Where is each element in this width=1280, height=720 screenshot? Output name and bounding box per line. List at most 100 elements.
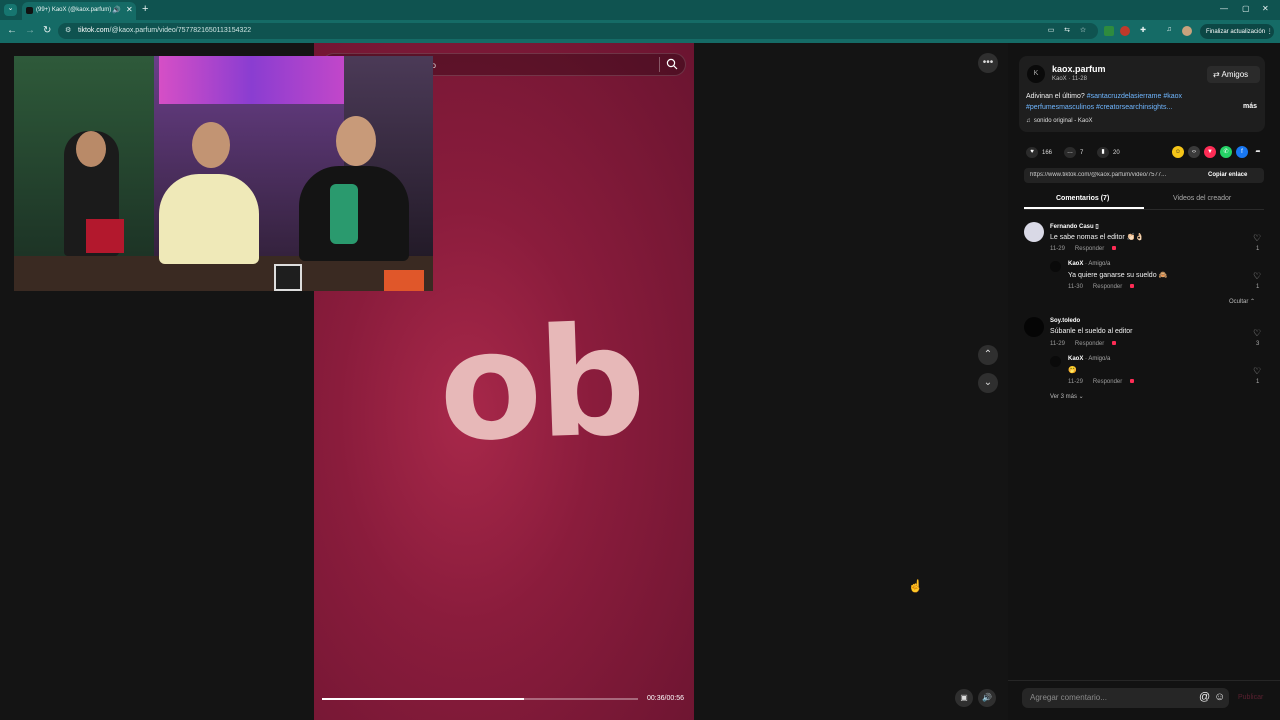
tab-title: (99+) KaoX (@kaox.parfum) xyxy=(36,7,112,13)
comment-text: Súbanle el sueldo al editor xyxy=(1050,328,1133,335)
address-bar[interactable]: ⚙ tiktok.com/@kaox.parfum/video/75778216… xyxy=(58,23,1098,39)
save-button[interactable]: ▮ 20 xyxy=(1097,147,1120,158)
extension-green-icon[interactable] xyxy=(1104,26,1114,36)
comment-username[interactable]: Soy.toledo xyxy=(1050,318,1080,324)
hashtag-link[interactable]: #kaox xyxy=(1163,93,1182,100)
minimize-icon[interactable]: — xyxy=(1220,4,1228,13)
facebook-icon[interactable]: f xyxy=(1236,146,1248,158)
heart-icon: ♥ xyxy=(1026,147,1038,158)
hashtag-link[interactable]: #perfumesmasculinos xyxy=(1026,104,1094,111)
reply-avatar[interactable] xyxy=(1050,261,1061,272)
speaker-icon[interactable]: 🔊 xyxy=(112,6,121,14)
hide-replies-button[interactable]: Ocultar ⌃ xyxy=(1229,298,1255,305)
site-info-icon[interactable]: ⚙ xyxy=(65,26,71,34)
close-window-icon[interactable]: ✕ xyxy=(1262,4,1269,13)
tab-search-icon[interactable]: ⌄ xyxy=(4,4,17,16)
comment-meta: 11-29 Responder xyxy=(1050,341,1117,347)
search-icon[interactable] xyxy=(666,58,678,70)
close-tab-icon[interactable]: ✕ xyxy=(126,5,133,14)
person-left-face xyxy=(76,131,106,167)
friends-button[interactable]: ⇄ Amigos xyxy=(1207,66,1260,83)
video-progress-fill xyxy=(322,698,525,700)
comment-avatar[interactable] xyxy=(1024,222,1044,242)
video-progress-bar[interactable] xyxy=(322,698,638,700)
publish-button[interactable]: Publicar xyxy=(1238,694,1263,701)
copy-link-button[interactable]: Copiar enlace xyxy=(1202,168,1264,183)
tab-comments[interactable]: Comentarios (7) xyxy=(1056,195,1109,202)
reply-meta: 11-30 Responder xyxy=(1068,284,1135,290)
view-more-replies-button[interactable]: Ver 3 más ⌄ xyxy=(1050,393,1084,400)
comment-like-count: 1 xyxy=(1256,246,1260,252)
pip-mode-icon[interactable]: ▣ xyxy=(955,689,973,707)
forward-icon[interactable]: → xyxy=(25,25,35,36)
bookmark-star-icon[interactable]: ☆ xyxy=(1078,26,1088,36)
sound-link[interactable]: ♫ sonido original - KaoX xyxy=(1026,118,1093,124)
reply-date: 11-30 xyxy=(1068,284,1083,290)
creator-liked-icon xyxy=(1112,341,1117,346)
more-button[interactable]: más xyxy=(1243,103,1257,110)
volume-icon[interactable]: 🔊 xyxy=(978,689,996,707)
more-options-icon[interactable]: ••• xyxy=(978,53,998,73)
repost-icon[interactable]: ▼ xyxy=(1204,146,1216,158)
cast-icon[interactable]: ▭ xyxy=(1046,26,1056,36)
comment-like-icon[interactable]: ♡ xyxy=(1253,328,1261,339)
creator-avatar[interactable]: K xyxy=(1027,65,1045,83)
comment-username[interactable]: Fernando Casu ▯ xyxy=(1050,223,1099,230)
reply-like-icon[interactable]: ♡ xyxy=(1253,366,1261,377)
creator-username[interactable]: kaox.parfum xyxy=(1052,64,1106,74)
browser-tab[interactable]: (99+) KaoX (@kaox.parfum) 🔊 ✕ xyxy=(22,2,136,20)
profile-avatar-icon[interactable] xyxy=(1182,26,1192,36)
reply-avatar[interactable] xyxy=(1050,356,1061,367)
comment-input[interactable]: Agregar comentario... xyxy=(1022,688,1229,708)
music-note-icon: ♫ xyxy=(1026,118,1031,124)
reply-like-count: 1 xyxy=(1256,284,1260,290)
new-tab-icon[interactable]: + xyxy=(142,3,148,15)
emoji-icon[interactable]: ☺ xyxy=(1214,691,1225,703)
reply-username[interactable]: KaoX · Amigo/a xyxy=(1068,261,1110,267)
friends-share-icon[interactable]: ☺ xyxy=(1172,146,1184,158)
update-button[interactable]: Finalizar actualización ⋮ xyxy=(1200,24,1274,39)
reply-username[interactable]: KaoX · Amigo/a xyxy=(1068,356,1110,362)
like-button[interactable]: ♥ 166 xyxy=(1026,147,1052,158)
comment-like-icon[interactable]: ♡ xyxy=(1253,233,1261,244)
orange-box-product xyxy=(384,270,424,291)
red-box-product xyxy=(86,219,124,253)
tiktok-favicon-icon xyxy=(26,7,33,14)
translate-icon[interactable]: ⇆ xyxy=(1062,26,1072,36)
comment-avatar[interactable] xyxy=(1024,317,1044,337)
neon-shelf-light xyxy=(159,56,344,104)
url-path: /@kaox.parfum/video/7577821650113154322 xyxy=(109,27,252,34)
share-link-text[interactable]: https://www.tiktok.com/@kaox.parfum/vide… xyxy=(1030,172,1198,178)
creator-liked-icon xyxy=(1130,284,1135,289)
creator-liked-icon xyxy=(1130,379,1135,384)
webcam-overlay xyxy=(14,56,433,291)
maximize-icon[interactable]: ▢ xyxy=(1242,4,1250,13)
comment-text: Le sabe nomas el editor 👏🏻👌🏻 xyxy=(1050,234,1145,241)
hashtag-link[interactable]: #santacruzdelasierrame xyxy=(1087,93,1162,100)
friends-label: Amigos xyxy=(1221,70,1249,79)
tab-creator-videos[interactable]: Videos del creador xyxy=(1173,195,1231,202)
hashtag-link[interactable]: #creatorsearchinsights... xyxy=(1096,104,1172,111)
person-center-face xyxy=(192,122,230,168)
back-icon[interactable]: ← xyxy=(7,25,17,36)
reply-button[interactable]: Responder xyxy=(1093,284,1122,290)
reply-button[interactable]: Responder xyxy=(1075,246,1104,252)
extension-red-icon[interactable] xyxy=(1120,26,1130,36)
previous-video-icon[interactable]: ⌃ xyxy=(978,345,998,365)
reply-button[interactable]: Responder xyxy=(1093,379,1122,385)
reply-like-icon[interactable]: ♡ xyxy=(1253,271,1261,282)
comment-button[interactable]: … 7 xyxy=(1064,147,1083,158)
reply-button[interactable]: Responder xyxy=(1075,341,1104,347)
share-arrow-icon[interactable]: ➦ xyxy=(1252,146,1264,158)
mention-icon[interactable]: @ xyxy=(1199,691,1210,703)
hand-cursor-icon: ☝ xyxy=(908,579,923,593)
reply-text: 🤭 xyxy=(1068,367,1077,374)
side-panel xyxy=(1008,43,1280,720)
extensions-puzzle-icon[interactable]: ✚ xyxy=(1138,26,1148,36)
whatsapp-icon[interactable]: ✆ xyxy=(1220,146,1232,158)
person-center xyxy=(159,174,259,264)
media-control-icon[interactable]: ♫ xyxy=(1164,26,1174,36)
next-video-icon[interactable]: ⌄ xyxy=(978,373,998,393)
reload-icon[interactable]: ↻ xyxy=(43,25,51,36)
embed-icon[interactable]: ‹› xyxy=(1188,146,1200,158)
